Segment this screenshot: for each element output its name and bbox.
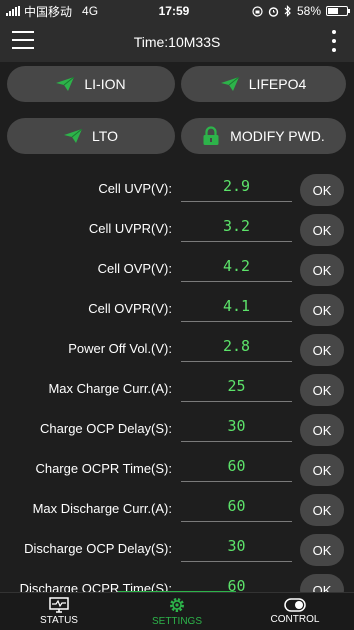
battery-level (328, 8, 339, 14)
tab-settings-label: SETTINGS (151, 616, 202, 627)
param-value-input[interactable]: 25 (181, 376, 292, 402)
ok-button[interactable]: OK (300, 494, 344, 526)
param-value-input[interactable]: 60 (181, 496, 292, 522)
param-label: Charge OCP Delay(S): (40, 421, 172, 436)
paper-plane-icon (64, 129, 83, 143)
param-label: Max Charge Curr.(A): (48, 381, 172, 396)
tab-settings[interactable]: SETTINGS (118, 593, 236, 630)
toggle-icon (284, 598, 306, 612)
ok-button[interactable]: OK (300, 414, 344, 446)
gear-icon (170, 598, 184, 612)
hamburger-icon[interactable] (12, 31, 34, 49)
paper-plane-icon (56, 77, 75, 91)
bottom-tab-bar: STATUS SETTINGS CONTROL (0, 592, 354, 630)
param-label: Cell OVP(V): (97, 261, 172, 276)
param-label: Power Off Vol.(V): (68, 341, 172, 356)
lto-button[interactable]: LTO (7, 118, 175, 154)
param-row: Cell OVP(V): 4.2 OK (0, 250, 354, 290)
param-row: Cell UVPR(V): 3.2 OK (0, 210, 354, 250)
settings-content[interactable]: LI-ION LIFEPO4 LTO MODIFY PWD. Cell UVP(… (0, 62, 354, 606)
ok-button[interactable]: OK (300, 334, 344, 366)
ok-button[interactable]: OK (300, 294, 344, 326)
param-row: Max Discharge Curr.(A): 60 OK (0, 490, 354, 530)
param-row: Cell OVPR(V): 4.1 OK (0, 290, 354, 330)
lock-icon (203, 126, 219, 145)
param-label: Cell OVPR(V): (88, 301, 172, 316)
battery-percent: 58% (296, 4, 321, 18)
param-label: Charge OCPR Time(S): (35, 461, 172, 476)
monitor-icon (49, 597, 69, 613)
clock: 17:59 (158, 4, 190, 18)
lifepo4-label: LIFEPO4 (248, 76, 307, 92)
ok-button[interactable]: OK (300, 374, 344, 406)
param-value-input[interactable]: 4.1 (181, 296, 292, 322)
param-value-input[interactable]: 4.2 (181, 256, 292, 282)
li-ion-label: LI-ION (84, 76, 126, 92)
page-title: Time:10M33S (133, 34, 221, 50)
param-row: Charge OCP Delay(S): 30 OK (0, 410, 354, 450)
lifepo4-button[interactable]: LIFEPO4 (181, 66, 346, 102)
ok-button[interactable]: OK (300, 214, 344, 246)
tab-status-label: STATUS (40, 615, 78, 626)
param-label: Cell UVP(V): (98, 181, 172, 196)
battery-icon (326, 6, 350, 16)
modify-password-label: MODIFY PWD. (230, 128, 325, 144)
ok-button[interactable]: OK (300, 534, 344, 566)
ok-button[interactable]: OK (300, 174, 344, 206)
status-bar: 中国移动 4G 17:59 58% (0, 0, 354, 22)
param-label: Discharge OCP Delay(S): (24, 541, 172, 556)
modify-password-button[interactable]: MODIFY PWD. (181, 118, 346, 154)
param-row: Charge OCPR Time(S): 60 OK (0, 450, 354, 490)
ok-button[interactable]: OK (300, 454, 344, 486)
alarm-icon (268, 6, 279, 17)
param-value-input[interactable]: 30 (181, 536, 292, 562)
orientation-lock-icon (252, 5, 263, 17)
param-row: Discharge OCP Delay(S): 30 OK (0, 530, 354, 570)
param-value-input[interactable]: 2.9 (181, 176, 292, 202)
lto-label: LTO (92, 128, 118, 144)
tab-control[interactable]: CONTROL (236, 593, 354, 630)
li-ion-button[interactable]: LI-ION (7, 66, 175, 102)
tab-control-label: CONTROL (270, 614, 320, 625)
param-row: Cell UVP(V): 2.9 OK (0, 170, 354, 210)
signal-icon (6, 6, 20, 16)
param-value-input[interactable]: 60 (181, 456, 292, 482)
param-label: Cell UVPR(V): (88, 221, 172, 236)
param-row: Max Charge Curr.(A): 25 OK (0, 370, 354, 410)
param-label: Max Discharge Curr.(A): (32, 501, 172, 516)
ok-button[interactable]: OK (300, 254, 344, 286)
kebab-icon[interactable] (332, 30, 336, 52)
tab-status[interactable]: STATUS (0, 593, 118, 630)
param-value-input[interactable]: 3.2 (181, 216, 292, 242)
param-value-input[interactable]: 2.8 (181, 336, 292, 362)
param-value-input[interactable]: 30 (181, 416, 292, 442)
bluetooth-icon (284, 5, 291, 17)
param-row: Power Off Vol.(V): 2.8 OK (0, 330, 354, 370)
carrier-label: 中国移动 (24, 4, 73, 19)
app-header: Time:10M33S (0, 22, 354, 62)
paper-plane-icon (220, 77, 239, 91)
network-label: 4G (82, 4, 99, 18)
